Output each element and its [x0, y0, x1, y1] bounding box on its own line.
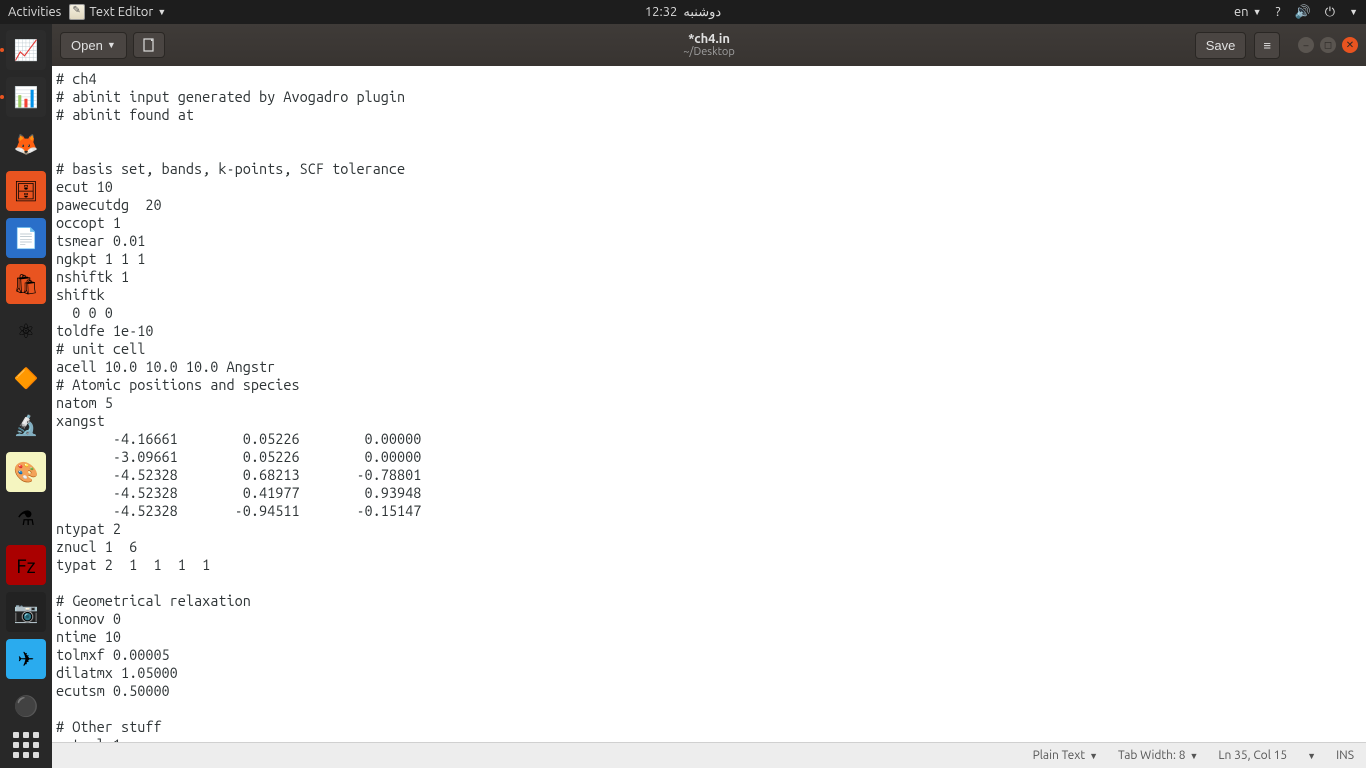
new-document-button[interactable]	[133, 32, 165, 58]
color-picker-icon: 🎨	[6, 452, 46, 492]
launcher-item-app-orange[interactable]: 🔶	[4, 358, 48, 399]
system-monitor-2-icon: 📊	[6, 77, 46, 117]
avogadro-icon: ⚛	[6, 311, 46, 351]
molecule-viewer-icon: 🔬	[6, 405, 46, 445]
launcher-item-camera[interactable]: 📷	[4, 592, 48, 633]
launcher-item-firefox[interactable]: 🦊	[4, 124, 48, 165]
insert-mode: INS	[1336, 749, 1354, 762]
clock-day: دوشنبه	[683, 5, 721, 20]
volume-icon[interactable]: 🔊	[1295, 5, 1311, 20]
input-source-indicator[interactable]: en ▼	[1234, 5, 1262, 19]
telegram-icon: ✈	[6, 639, 46, 679]
lang-label: en	[1234, 5, 1249, 19]
launcher-item-files[interactable]: 🗄	[4, 170, 48, 211]
app-menu[interactable]: Text Editor ▼	[69, 4, 166, 20]
maximize-button[interactable]: ◻	[1320, 37, 1336, 53]
launcher-item-chemistry[interactable]: ⚗	[4, 498, 48, 539]
launcher-item-system-monitor-2[interactable]: 📊	[4, 77, 48, 118]
text-editor-area[interactable]: # ch4 # abinit input generated by Avogad…	[52, 66, 1366, 742]
open-button[interactable]: Open ▼	[60, 32, 127, 59]
tab-width-selector[interactable]: Tab Width: 8 ▼	[1118, 749, 1198, 762]
chevron-down-icon: ▼	[157, 7, 166, 17]
launcher-item-system-monitor[interactable]: 📈	[4, 30, 48, 71]
chevron-down-icon: ▼	[1307, 751, 1316, 761]
hamburger-menu-button[interactable]: ≡	[1254, 32, 1280, 59]
launcher-item-software[interactable]: 🛍	[4, 264, 48, 305]
activities-button[interactable]: Activities	[8, 5, 61, 19]
launcher-item-telegram[interactable]: ✈	[4, 638, 48, 679]
launcher-item-libreoffice-writer[interactable]: 📄	[4, 217, 48, 258]
highlight-mode-label: Plain Text	[1033, 749, 1086, 762]
files-icon: 🗄	[6, 171, 46, 211]
chevron-down-icon: ▼	[1089, 751, 1098, 761]
new-doc-icon	[142, 38, 156, 52]
gedit-window: Open ▼ *ch4.in ~/Desktop Save ≡ – ◻ ✕ # …	[52, 24, 1366, 768]
window-headerbar: Open ▼ *ch4.in ~/Desktop Save ≡ – ◻ ✕	[52, 24, 1366, 66]
chemistry-icon: ⚗	[6, 498, 46, 538]
tab-width-label: Tab Width: 8	[1118, 749, 1185, 762]
system-topbar: Activities Text Editor ▼ 12:32 دوشنبه en…	[0, 0, 1366, 24]
chevron-down-icon: ▼	[1349, 7, 1358, 17]
system-monitor-icon: 📈	[6, 30, 46, 70]
line-selector[interactable]: ▼	[1307, 751, 1316, 761]
open-button-label: Open	[71, 38, 103, 53]
chevron-down-icon: ▼	[107, 40, 116, 50]
clock-time: 12:32	[645, 5, 678, 19]
filezilla-icon: Fz	[6, 545, 46, 585]
launcher-item-filezilla[interactable]: Fz	[4, 545, 48, 586]
launcher-item-molecules[interactable]: ⚫	[4, 685, 48, 726]
window-title-area: *ch4.in ~/Desktop	[683, 32, 735, 58]
statusbar: Plain Text ▼ Tab Width: 8 ▼ Ln 35, Col 1…	[52, 742, 1366, 768]
libreoffice-writer-icon: 📄	[6, 218, 46, 258]
app-menu-label: Text Editor	[89, 5, 153, 19]
cursor-position: Ln 35, Col 15	[1218, 749, 1287, 762]
software-icon: 🛍	[6, 264, 46, 304]
window-subtitle: ~/Desktop	[683, 46, 735, 58]
launcher-dock: 📈 📊 🦊 🗄 📄 🛍 ⚛ 🔶 🔬 🎨 ⚗ Fz 📷 ✈ ⚫	[0, 24, 52, 768]
app-orange-icon: 🔶	[6, 358, 46, 398]
launcher-item-avogadro[interactable]: ⚛	[4, 311, 48, 352]
save-button[interactable]: Save	[1195, 32, 1247, 59]
launcher-item-color-picker[interactable]: 🎨	[4, 451, 48, 492]
firefox-icon: 🦊	[6, 124, 46, 164]
launcher-item-molecule-viewer[interactable]: 🔬	[4, 404, 48, 445]
window-title: *ch4.in	[683, 32, 735, 46]
chevron-down-icon: ▼	[1189, 751, 1198, 761]
highlight-mode-selector[interactable]: Plain Text ▼	[1033, 749, 1098, 762]
minimize-button[interactable]: –	[1298, 37, 1314, 53]
show-applications-button[interactable]	[13, 732, 39, 758]
camera-icon: 📷	[6, 592, 46, 632]
power-icon[interactable]: ⏻	[1325, 5, 1335, 20]
close-button[interactable]: ✕	[1342, 37, 1358, 53]
hamburger-icon: ≡	[1263, 38, 1271, 53]
molecules-icon: ⚫	[6, 686, 46, 726]
clock[interactable]: 12:32 دوشنبه	[645, 5, 721, 20]
help-icon[interactable]: ?	[1276, 5, 1281, 19]
window-controls: – ◻ ✕	[1298, 37, 1358, 53]
cursor-position-label: Ln 35, Col 15	[1218, 749, 1287, 762]
chevron-down-icon: ▼	[1253, 7, 1262, 17]
text-editor-icon	[69, 4, 85, 20]
insert-mode-label: INS	[1336, 749, 1354, 762]
